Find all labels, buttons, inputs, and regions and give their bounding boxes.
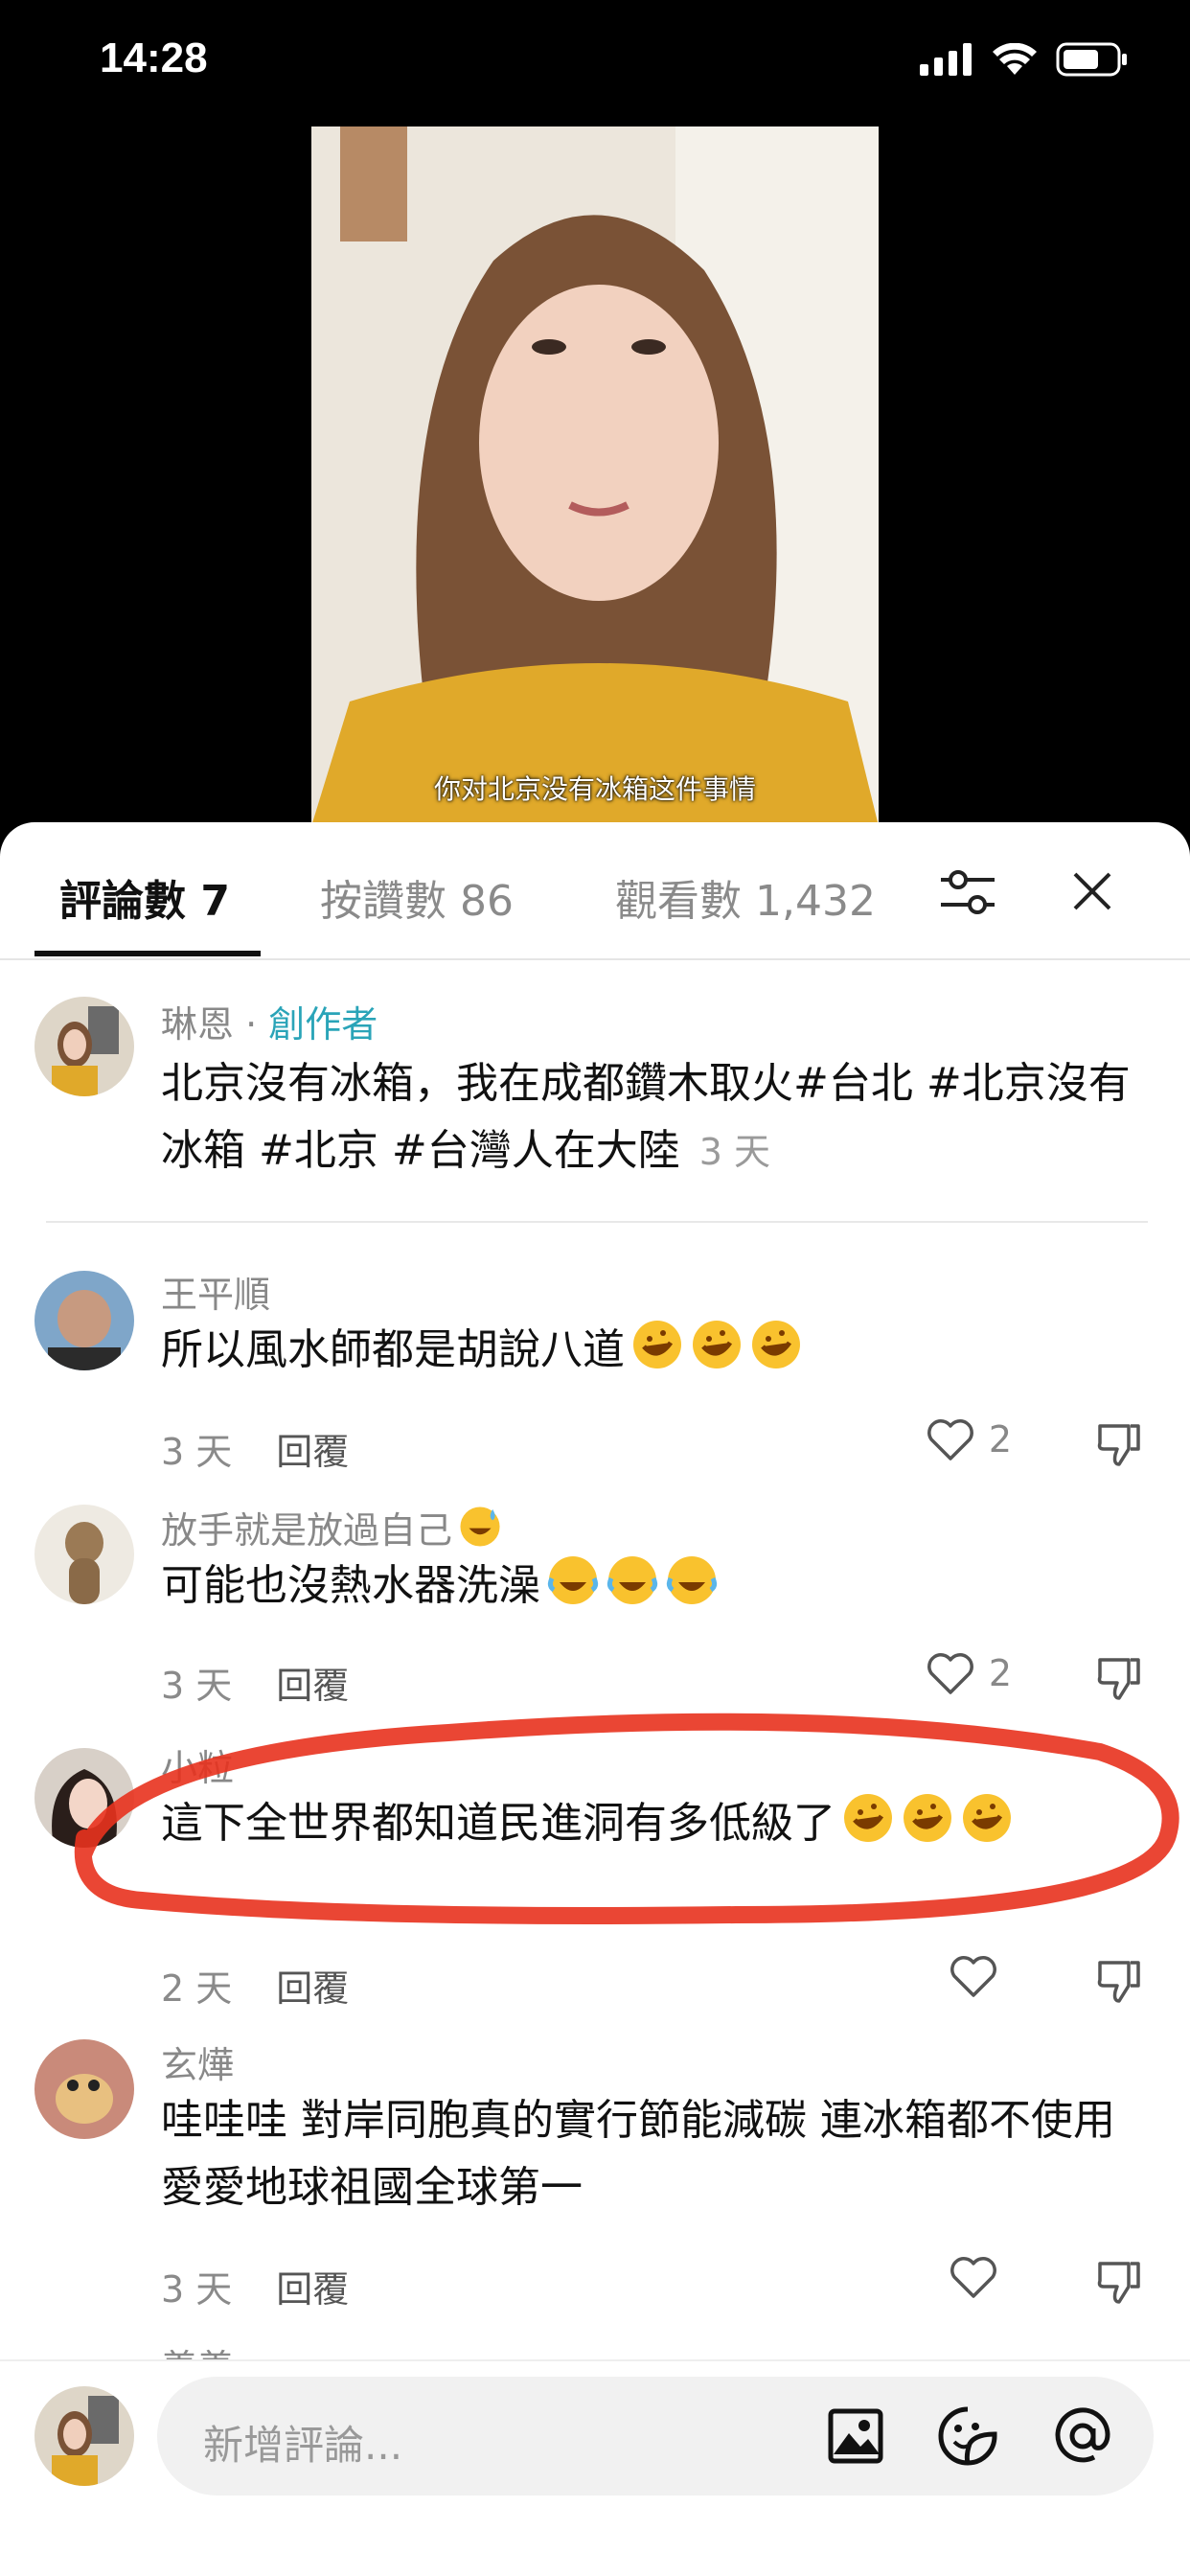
comments-sheet: 評論數 7 按讚數 86 觀看數 1,432 琳恩 · 創作者 北京沒有冰箱，我… [0, 822, 1190, 2576]
comment-body: 可能也沒熱水器洗澡 [161, 1561, 540, 1610]
creator-avatar[interactable] [34, 997, 134, 1096]
like-button[interactable]: 2 [926, 1416, 1012, 1462]
comment-text: 哇哇哇 對岸同胞真的實行節能減碳 連冰箱都不使用 愛愛地球祖國全球第一 [161, 2087, 1157, 2221]
tab-comments[interactable]: 評論數 7 [59, 866, 230, 928]
comment-input[interactable]: 新增評論... [203, 2413, 402, 2472]
signal-icon [920, 43, 972, 76]
post-author-name: 琳恩 [161, 1003, 235, 1046]
comment-time: 2 天 [161, 1967, 233, 2010]
heart-icon [950, 1956, 996, 1997]
comment-time: 3 天 [161, 2268, 233, 2311]
heart-icon [927, 1419, 973, 1460]
comment-meta: 3 天回覆 [161, 2260, 349, 2312]
heart-icon [950, 2257, 996, 2298]
joy-emoji [547, 1556, 599, 1604]
video-caption: 你对北京没有冰箱这件事情 [433, 773, 756, 805]
sticker-icon[interactable] [937, 2405, 998, 2467]
red-highlight-annotation [74, 1713, 1179, 1924]
post-author[interactable]: 琳恩 · 創作者 [161, 995, 378, 1047]
my-avatar[interactable] [34, 2386, 134, 2486]
comment-author-name: 放手就是放過自己 [161, 1509, 453, 1552]
image-icon[interactable] [828, 2408, 883, 2464]
video-player[interactable]: 你对北京没有冰箱这件事情 [311, 126, 879, 826]
reply-button[interactable]: 回覆 [276, 1967, 349, 2010]
tab-views[interactable]: 觀看數 1,432 [615, 866, 876, 928]
like-count: 2 [988, 1652, 1012, 1694]
comment-avatar[interactable] [34, 1505, 134, 1604]
comment-meta: 3 天 回覆 [161, 1422, 349, 1475]
active-tab-indicator [34, 951, 261, 956]
status-time: 14:28 [100, 34, 208, 81]
post-body: 北京沒有冰箱，我在成都鑽木取火#台北 #北京沒有冰箱 #北京 #台灣人在大陸 [161, 1059, 1131, 1175]
wifi-icon [993, 43, 1037, 75]
comment-composer[interactable]: 新增評論... [157, 2377, 1154, 2496]
like-button[interactable]: 2 [926, 1650, 1012, 1696]
partial-comment-author: 義義 [161, 2338, 234, 2359]
composer-divider [0, 2359, 1190, 2361]
close-icon[interactable] [1071, 870, 1113, 912]
sweat-smile-emoji [460, 1506, 500, 1547]
battery-icon [1056, 42, 1127, 77]
comment-author[interactable]: 放手就是放過自己 [161, 1501, 502, 1553]
like-count: 2 [988, 1418, 1012, 1460]
mention-icon[interactable] [1052, 2405, 1113, 2467]
like-button[interactable] [949, 1953, 1012, 1999]
video-frame [311, 126, 879, 826]
tab-likes[interactable]: 按讚數 86 [320, 866, 514, 928]
post-time: 3 天 [698, 1131, 770, 1173]
dislike-icon[interactable] [1094, 1420, 1144, 1470]
comment-avatar[interactable] [34, 2039, 134, 2139]
comment-avatar[interactable] [34, 1271, 134, 1370]
post-text: 北京沒有冰箱，我在成都鑽木取火#台北 #北京沒有冰箱 #北京 #台灣人在大陸 3 … [161, 1050, 1157, 1185]
dislike-icon[interactable] [1094, 2258, 1144, 2308]
filter-icon[interactable] [939, 866, 996, 920]
tab-bar: 評論數 7 按讚數 86 觀看數 1,432 [0, 822, 1190, 960]
reply-button[interactable]: 回覆 [276, 1431, 349, 1473]
comment-body: 哇哇哇 對岸同胞真的實行節能減碳 連冰箱都不使用 愛愛地球祖國全球第一 [161, 2096, 1115, 2212]
comment-author[interactable]: 王平順 [161, 1265, 270, 1318]
rofl-emoji [693, 1321, 741, 1368]
comment-text: 可能也沒熱水器洗澡 [161, 1552, 1157, 1620]
reply-button[interactable]: 回覆 [276, 2268, 349, 2311]
comment-body: 所以風水師都是胡說八道 [161, 1325, 625, 1374]
heart-icon [927, 1653, 973, 1694]
like-button[interactable] [949, 2254, 1012, 2300]
joy-emoji [666, 1556, 718, 1604]
creator-badge: 創作者 [268, 1003, 378, 1046]
joy-emoji [606, 1556, 658, 1604]
comment-author[interactable]: 玄燁 [161, 2036, 234, 2088]
dislike-icon[interactable] [1094, 1957, 1144, 2007]
divider [46, 1221, 1148, 1223]
comment-meta: 2 天回覆 [161, 1959, 349, 2012]
comment-time: 3 天 [161, 1431, 233, 1473]
post-author-separator: · [234, 1003, 269, 1046]
rofl-emoji [633, 1321, 681, 1368]
status-icons [920, 42, 1129, 77]
rofl-emoji [752, 1321, 800, 1368]
comment-text: 所以風水師都是胡說八道 [161, 1317, 1157, 1384]
